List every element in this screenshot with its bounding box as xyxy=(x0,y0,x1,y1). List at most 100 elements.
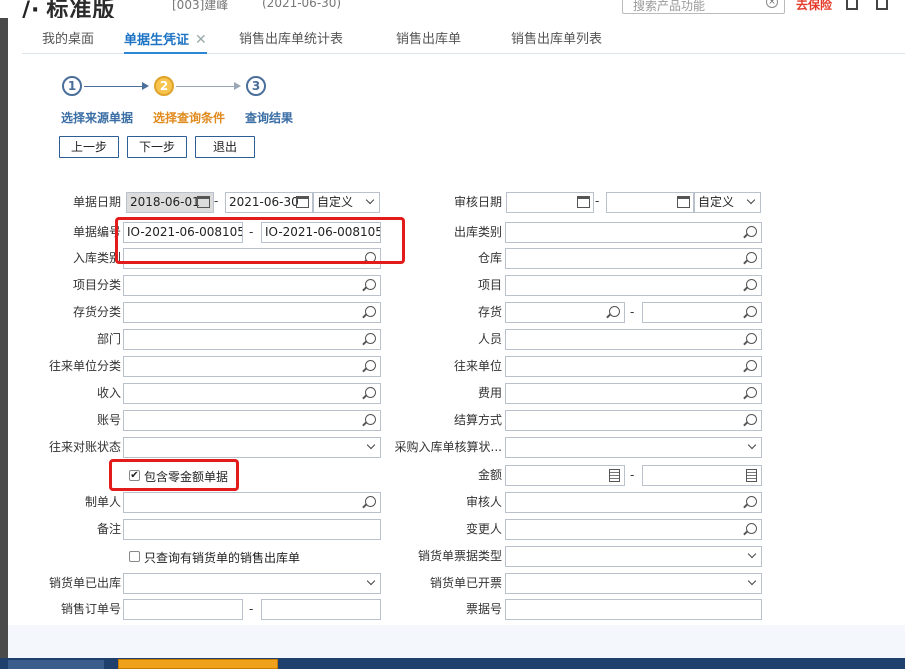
calendar-icon[interactable] xyxy=(296,196,309,208)
tab-doc-voucher[interactable]: 单据生凭证 ✕ xyxy=(124,28,207,54)
close-tab-icon[interactable]: ✕ xyxy=(195,32,207,48)
partner-label: 往来单位 xyxy=(453,359,502,373)
calculator-icon[interactable] xyxy=(746,469,757,482)
settle-field[interactable] xyxy=(505,410,762,431)
partner-class-field[interactable] xyxy=(123,356,381,377)
next-button[interactable]: 下一步 xyxy=(127,136,187,158)
search-icon[interactable] xyxy=(746,360,757,371)
search-icon[interactable] xyxy=(365,360,376,371)
inv-class-field[interactable] xyxy=(123,302,381,323)
person-field[interactable] xyxy=(505,329,762,350)
search-icon[interactable] xyxy=(609,306,620,317)
settle-label: 结算方式 xyxy=(453,413,502,427)
chevron-down-icon xyxy=(366,576,376,586)
partner-field[interactable] xyxy=(505,356,762,377)
step-3-label: 查询结果 xyxy=(245,111,294,125)
purchase-status-select[interactable] xyxy=(505,437,762,458)
inventory-from[interactable] xyxy=(505,302,625,323)
tab-sale-out[interactable]: 销售出库单 xyxy=(396,28,461,54)
invoice-type-label: 销货单票据类型 xyxy=(417,549,502,563)
window-icon[interactable] xyxy=(876,0,888,10)
step-2-label: 选择查询条件 xyxy=(153,111,226,125)
changer-label: 变更人 xyxy=(465,522,502,536)
dept-field[interactable] xyxy=(123,329,381,350)
audit-date-to[interactable] xyxy=(606,192,694,213)
search-input[interactable]: 搜索产品功能 × xyxy=(622,0,785,14)
search-icon[interactable] xyxy=(365,306,376,317)
search-icon[interactable] xyxy=(746,306,757,317)
warehouse-field[interactable] xyxy=(505,248,762,269)
doc-date-from[interactable]: 2018-06-01 xyxy=(126,192,214,213)
sale-out-select[interactable] xyxy=(123,573,381,594)
calendar-icon[interactable] xyxy=(577,196,590,208)
search-icon[interactable] xyxy=(365,333,376,344)
changer-field[interactable] xyxy=(505,519,762,540)
maker-field[interactable] xyxy=(123,492,381,513)
search-icon[interactable] xyxy=(746,226,757,237)
calendar-icon[interactable] xyxy=(197,196,210,208)
proj-class-field[interactable] xyxy=(123,275,381,296)
only-invoiced-label: 只查询有销货单的销售出库单 xyxy=(144,551,301,565)
search-icon[interactable] xyxy=(746,279,757,290)
taskbar-item[interactable] xyxy=(8,660,104,669)
search-icon[interactable] xyxy=(746,414,757,425)
range-dash: - xyxy=(214,194,219,208)
auditor-field[interactable] xyxy=(505,492,762,513)
top-link[interactable]: 去保险 xyxy=(796,0,832,13)
calendar-icon[interactable] xyxy=(677,196,690,208)
recon-status-select[interactable] xyxy=(123,437,381,458)
only-invoiced-checkbox[interactable] xyxy=(129,551,140,562)
income-field[interactable] xyxy=(123,383,381,404)
remark-field[interactable] xyxy=(123,519,381,540)
out-type-field[interactable] xyxy=(505,222,762,243)
project-field[interactable] xyxy=(505,275,762,296)
doc-date-to[interactable]: 2021-06-30 xyxy=(225,192,313,213)
search-icon[interactable] xyxy=(746,523,757,534)
highlight-zero-amount xyxy=(109,459,239,491)
taskbar-item-active[interactable] xyxy=(118,659,278,669)
amount-to[interactable] xyxy=(642,465,762,486)
audit-date-mode-select[interactable]: 自定义 xyxy=(694,192,761,213)
inventory-label: 存货 xyxy=(477,305,502,319)
audit-date-from[interactable] xyxy=(506,192,594,213)
maker-label: 制单人 xyxy=(84,495,121,509)
invoiced-select[interactable] xyxy=(505,573,762,594)
search-icon[interactable] xyxy=(746,496,757,507)
exit-button[interactable]: 退出 xyxy=(195,136,255,158)
tab-sale-out-list[interactable]: 销售出库单列表 xyxy=(511,28,602,54)
so-no-to[interactable] xyxy=(261,599,381,620)
expense-field[interactable] xyxy=(505,383,762,404)
search-icon[interactable] xyxy=(365,496,376,507)
step-connector xyxy=(176,86,234,87)
search-icon[interactable] xyxy=(365,279,376,290)
so-no-from[interactable] xyxy=(123,599,243,620)
account-field[interactable] xyxy=(123,410,381,431)
search-icon[interactable] xyxy=(746,333,757,344)
out-type-label: 出库类别 xyxy=(453,225,502,239)
search-icon[interactable] xyxy=(365,387,376,398)
home-icon[interactable] xyxy=(846,0,858,10)
inventory-to[interactable] xyxy=(642,302,762,323)
range-dash: - xyxy=(630,468,635,482)
amount-from[interactable] xyxy=(505,465,625,486)
arrow-icon xyxy=(234,82,241,90)
audit-date-label: 审核日期 xyxy=(453,195,502,209)
bill-no-field[interactable] xyxy=(505,599,762,620)
doc-date-mode-select[interactable]: 自定义 xyxy=(313,192,380,213)
clear-search-icon[interactable]: × xyxy=(766,0,778,8)
invoice-type-select[interactable] xyxy=(505,546,762,567)
tab-my-desktop[interactable]: 我的桌面 xyxy=(42,28,94,54)
proj-class-label: 项目分类 xyxy=(72,278,121,292)
chevron-down-icon xyxy=(747,576,757,586)
search-icon[interactable] xyxy=(746,252,757,263)
partner-class-label: 往来单位分类 xyxy=(48,359,121,373)
dept-label: 部门 xyxy=(96,332,121,346)
calculator-icon[interactable] xyxy=(609,469,620,482)
tab-sale-out-stat[interactable]: 销售出库单统计表 xyxy=(239,28,343,54)
inv-class-label: 存货分类 xyxy=(72,305,121,319)
search-icon[interactable] xyxy=(365,414,376,425)
sale-out-label: 销货单已出库 xyxy=(48,576,121,590)
search-icon[interactable] xyxy=(746,387,757,398)
prev-button[interactable]: 上一步 xyxy=(59,136,119,158)
wizard: 1 2 3 选择来源单据 选择查询条件 查询结果 上一步 下一步 退出 xyxy=(8,55,905,185)
